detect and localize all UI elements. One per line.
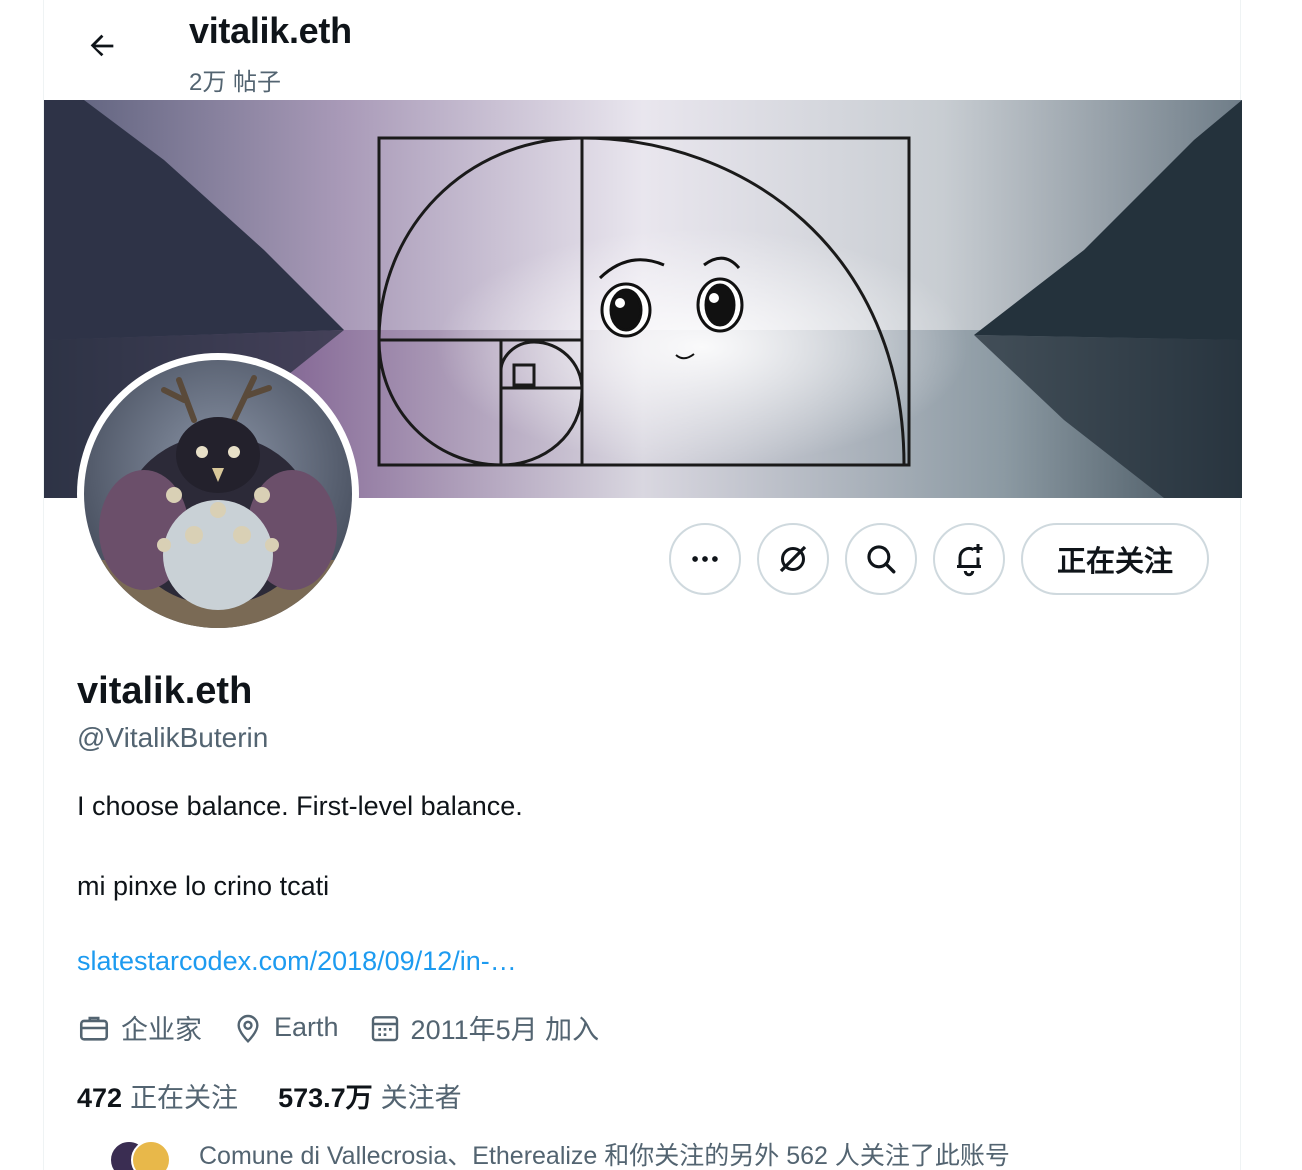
profile-avatar[interactable] <box>77 353 359 635</box>
grok-icon <box>779 545 807 573</box>
followed-by-row[interactable]: Comune di Vallecrosia、Etherealize 和你关注的另… <box>109 1134 1010 1170</box>
profession-item: 企业家 <box>77 1008 202 1047</box>
follow-stats: 472 正在关注 573.7万 关注者 <box>77 1076 502 1115</box>
following-button[interactable]: 正在关注 <box>1021 523 1209 595</box>
following-stat[interactable]: 472 正在关注 <box>77 1076 238 1115</box>
joined-item: 2011年5月 加入 <box>369 1008 600 1047</box>
calendar-icon <box>371 1015 398 1041</box>
followed-by-avatars <box>109 1134 199 1170</box>
briefcase-icon <box>79 1016 109 1041</box>
more-button[interactable] <box>669 523 741 595</box>
followed-by-text: Comune di Vallecrosia、Etherealize 和你关注的另… <box>199 1142 1010 1170</box>
grok-button[interactable] <box>757 523 829 595</box>
back-button[interactable] <box>78 22 126 70</box>
avatar <box>131 1140 171 1170</box>
display-name: vitalik.eth <box>77 670 253 712</box>
notify-button[interactable] <box>933 523 1005 595</box>
followers-stat[interactable]: 573.7万 关注者 <box>278 1076 462 1115</box>
location-item: Earth <box>232 1012 339 1044</box>
location-pin-icon <box>237 1014 259 1043</box>
followers-count: 573.7万 <box>278 1083 373 1113</box>
following-count: 472 <box>77 1083 123 1113</box>
avatar-image <box>84 360 352 628</box>
profile-meta: 企业家 Earth 2011年5月 加入 <box>77 1008 629 1047</box>
profile-link[interactable]: slatestarcodex.com/2018/09/12/in-… <box>77 946 517 977</box>
bio-line: I choose balance. First-level balance. <box>77 791 523 821</box>
more-icon <box>692 556 718 562</box>
followers-label: 关注者 <box>380 1083 462 1113</box>
user-handle: @VitalikButerin <box>77 722 269 753</box>
bio: I choose balance. First-level balance. m… <box>77 786 523 906</box>
arrow-left-icon <box>90 34 114 57</box>
location-text: Earth <box>274 1012 339 1042</box>
search-icon <box>867 545 896 574</box>
bell-plus-icon <box>957 544 983 577</box>
following-label: 正在关注 <box>130 1083 239 1113</box>
bio-line: mi pinxe lo crino tcati <box>77 871 330 901</box>
profession-text: 企业家 <box>121 1015 202 1045</box>
posts-count: 2万 帖子 <box>189 69 282 96</box>
search-button[interactable] <box>845 523 917 595</box>
header-title: vitalik.eth <box>189 10 352 51</box>
profile-column: vitalik.eth 2万 帖子 正在关注 vitalik.eth @Vita… <box>43 0 1242 1170</box>
joined-text: 2011年5月 加入 <box>410 1015 600 1045</box>
